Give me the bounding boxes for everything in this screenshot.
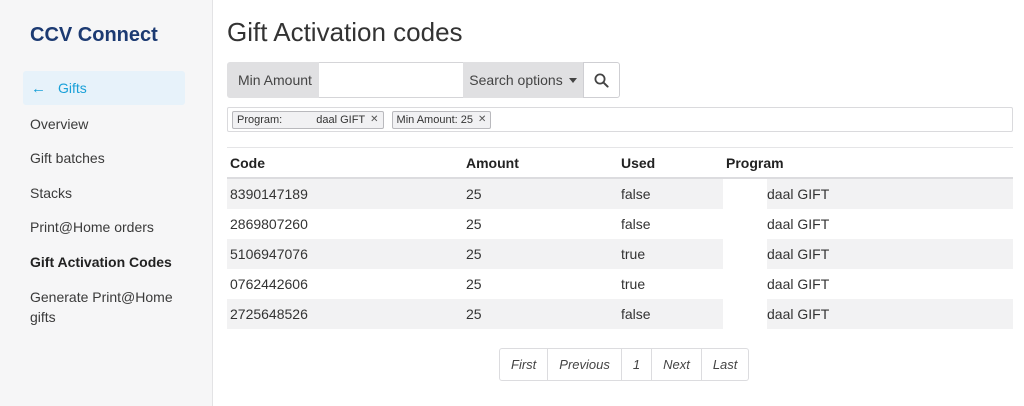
cell-amount: 25 xyxy=(466,276,482,292)
sidebar: CCV Connect ← Gifts Overview Gift batche… xyxy=(0,0,213,406)
sidebar-item-stacks[interactable]: Stacks xyxy=(30,183,72,203)
sidebar-item-gift-activation-codes[interactable]: Gift Activation Codes xyxy=(30,252,172,272)
cell-program-text: daal GIFT xyxy=(767,246,830,262)
sidebar-item-overview[interactable]: Overview xyxy=(30,114,88,134)
sidebar-item-generate-print-home-gifts[interactable]: Generate Print@Home gifts xyxy=(30,287,180,327)
pagination-previous[interactable]: Previous xyxy=(548,349,622,380)
active-filters: Program: daal GIFT ✕ Min Amount: 25 ✕ xyxy=(227,107,1013,132)
search-bar: Min Amount Search options xyxy=(227,62,620,98)
search-field-label: Min Amount xyxy=(227,62,319,98)
filter-chip-min-amount-label: Min Amount: 25 xyxy=(396,113,473,126)
cell-code: 5106947076 xyxy=(227,239,463,269)
brand-title: CCV Connect xyxy=(30,24,158,46)
table-row[interactable]: 2725648526 25 false daal GIFT xyxy=(227,299,1013,329)
search-options-label: Search options xyxy=(469,72,563,88)
cell-amount: 25 xyxy=(463,178,618,209)
pagination-last[interactable]: Last xyxy=(702,349,749,380)
table-row[interactable]: 0762442606 25 true daal GIFT xyxy=(227,269,1013,299)
cell-program: daal GIFT xyxy=(723,299,1013,329)
pagination-page-1[interactable]: 1 xyxy=(622,349,653,380)
filter-chip-program-value: daal GIFT xyxy=(316,113,366,126)
remove-filter-icon[interactable]: ✕ xyxy=(370,114,378,125)
cell-used: true xyxy=(618,239,723,269)
cell-used: true xyxy=(621,276,646,292)
table-header-row: Code Amount Used Program xyxy=(227,148,1013,179)
back-arrow-icon: ← xyxy=(31,79,46,97)
min-amount-input[interactable] xyxy=(319,62,463,98)
cell-code: 2725648526 xyxy=(227,299,463,329)
table-row[interactable]: 2869807260 25 false daal GIFT xyxy=(227,209,1013,239)
cell-code: 8390147189 xyxy=(227,178,463,209)
cell-program: daal GIFT xyxy=(723,178,1013,209)
column-header-used[interactable]: Used xyxy=(618,148,723,179)
codes-table: Code Amount Used Program 8390147189 25 f… xyxy=(227,148,1013,329)
cell-program-text: daal GIFT xyxy=(767,306,830,322)
search-button[interactable] xyxy=(583,62,620,98)
sidebar-item-gift-batches[interactable]: Gift batches xyxy=(30,148,105,168)
pagination: First Previous 1 Next Last xyxy=(499,348,750,381)
table-row[interactable]: 8390147189 25 false daal GIFT xyxy=(227,178,1013,209)
cell-used: false xyxy=(621,216,651,232)
table-row[interactable]: 5106947076 25 true daal GIFT xyxy=(227,239,1013,269)
redacted-block xyxy=(723,209,767,239)
cell-amount: 25 xyxy=(463,239,618,269)
pagination-next[interactable]: Next xyxy=(652,349,702,380)
filter-chip-program: Program: daal GIFT ✕ xyxy=(232,110,384,129)
cell-program-text: daal GIFT xyxy=(767,216,830,232)
nav-back-label: Gifts xyxy=(58,80,87,96)
column-header-amount[interactable]: Amount xyxy=(463,148,618,179)
cell-program: daal GIFT xyxy=(723,209,1013,239)
cell-amount: 25 xyxy=(466,216,482,232)
nav-back-gifts[interactable]: ← Gifts xyxy=(23,71,185,105)
cell-program-text: daal GIFT xyxy=(767,276,830,292)
filter-chip-program-label: Program: xyxy=(237,113,283,126)
cell-code: 2869807260 xyxy=(230,216,308,232)
column-header-program[interactable]: Program xyxy=(723,148,1013,179)
pagination-first[interactable]: First xyxy=(500,349,549,380)
page-title: Gift Activation codes xyxy=(227,17,463,47)
redacted-block xyxy=(723,269,767,299)
cell-used: false xyxy=(618,178,723,209)
sidebar-item-print-home-orders[interactable]: Print@Home orders xyxy=(30,217,154,237)
redacted-block xyxy=(723,299,767,329)
redacted-block xyxy=(723,179,767,209)
cell-program: daal GIFT xyxy=(723,239,1013,269)
search-icon xyxy=(594,73,609,88)
filter-chip-min-amount: Min Amount: 25 ✕ xyxy=(391,110,492,129)
cell-program: daal GIFT xyxy=(723,269,1013,299)
cell-used: false xyxy=(618,299,723,329)
cell-code: 0762442606 xyxy=(230,276,308,292)
caret-down-icon xyxy=(568,77,577,83)
cell-program-text: daal GIFT xyxy=(767,186,830,202)
column-header-code[interactable]: Code xyxy=(227,148,463,179)
redacted-block xyxy=(282,113,317,126)
remove-filter-icon[interactable]: ✕ xyxy=(478,114,486,125)
redacted-block xyxy=(723,239,767,269)
cell-amount: 25 xyxy=(463,299,618,329)
search-options-dropdown[interactable]: Search options xyxy=(463,62,583,98)
